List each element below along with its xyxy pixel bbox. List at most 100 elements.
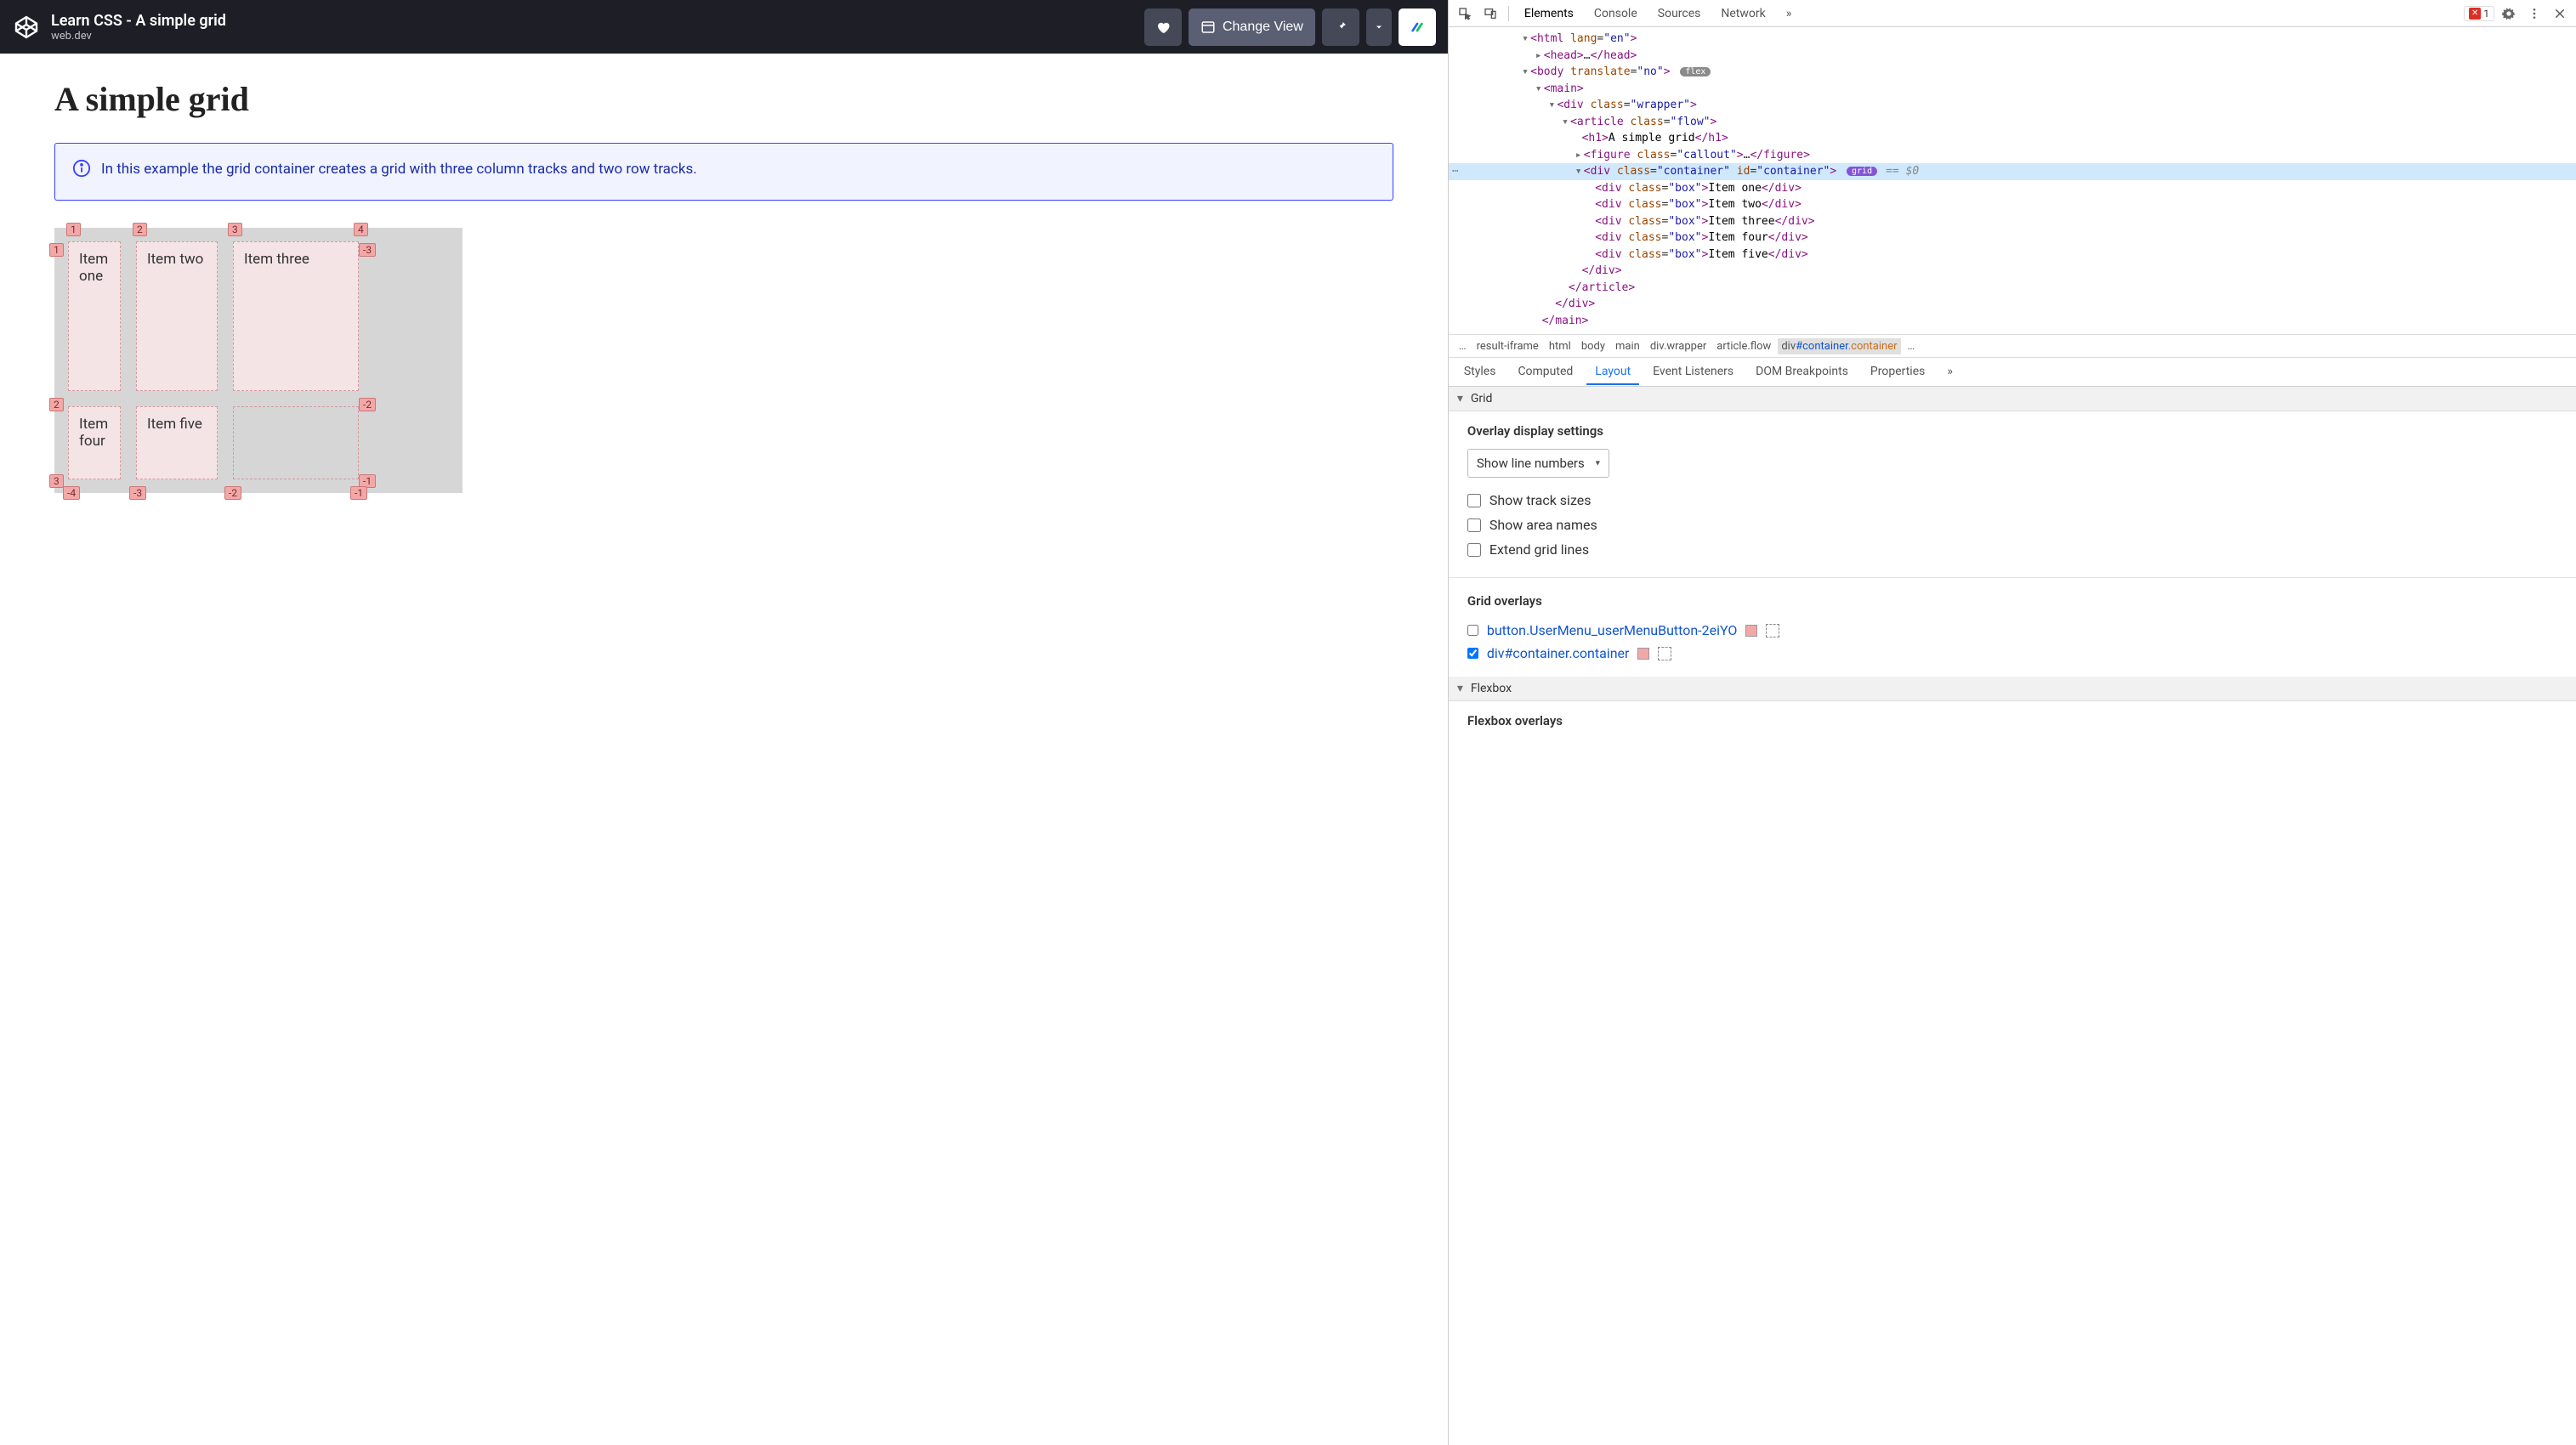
dom-text: Item four <box>1708 231 1767 244</box>
inspect-element-button[interactable] <box>1454 3 1476 25</box>
devtools: Elements Console Sources Network » ✕1 ▾<… <box>1448 0 2576 1445</box>
grid-overlay-item: button.UserMenu_userMenuButton-2eiYO <box>1467 619 2557 642</box>
grid-badge[interactable]: grid <box>1847 167 1877 176</box>
grid-line-label: -1 <box>350 486 367 500</box>
dom-text: Item one <box>1708 182 1762 195</box>
subtab-dom-breakpoints[interactable]: DOM Breakpoints <box>1747 360 1857 385</box>
subtab-computed[interactable]: Computed <box>1509 360 1581 385</box>
gear-icon <box>2502 7 2516 20</box>
crumb-ellipsis[interactable]: … <box>1455 338 1470 354</box>
tab-network[interactable]: Network <box>1712 2 1773 26</box>
callout: In this example the grid container creat… <box>54 143 1393 201</box>
crumb[interactable]: result-iframe <box>1473 338 1542 354</box>
more-dropdown-button[interactable] <box>1366 8 1392 46</box>
grid-line-label: 1 <box>49 243 64 257</box>
crumb[interactable]: article.flow <box>1713 338 1774 354</box>
close-devtools-button[interactable] <box>2549 3 2571 25</box>
crumb[interactable]: main <box>1612 338 1643 354</box>
subtab-layout[interactable]: Layout <box>1586 360 1639 385</box>
section-flexbox-label: Flexbox <box>1471 682 1512 695</box>
grid-overlay-item: div#container.container <box>1467 642 2557 665</box>
brand-icon <box>1410 16 1424 38</box>
grid-line-label: 3 <box>228 223 242 236</box>
crumb[interactable]: div.wrapper <box>1647 338 1710 354</box>
tab-console[interactable]: Console <box>1586 2 1646 26</box>
check-label: Show track sizes <box>1489 492 1592 508</box>
overlay-selector[interactable]: div#container.container <box>1487 645 1630 661</box>
dom-text: Item two <box>1708 198 1762 211</box>
subtab-event-listeners[interactable]: Event Listeners <box>1644 360 1742 385</box>
pen-result: A simple grid In this example the grid c… <box>0 54 1448 1445</box>
grid-item-empty <box>233 406 359 479</box>
grid-item: Item one <box>68 241 121 391</box>
color-swatch[interactable] <box>1637 648 1649 660</box>
overlay-settings-title: Overlay display settings <box>1467 423 2557 439</box>
flexbox-overlays-title: Flexbox overlays <box>1467 713 2557 728</box>
overlay-selector[interactable]: button.UserMenu_userMenuButton-2eiYO <box>1487 622 1738 638</box>
tabs-overflow[interactable]: » <box>1778 2 1801 26</box>
grid-line-label: -3 <box>129 486 146 500</box>
grid-item: Item four <box>68 406 121 479</box>
crumb[interactable]: body <box>1578 338 1609 354</box>
callout-text: In this example the grid container creat… <box>101 159 697 184</box>
overlay-check-container[interactable] <box>1467 648 1478 659</box>
section-grid-label: Grid <box>1471 392 1493 405</box>
dom-tree[interactable]: ▾<html lang="en"> ▸<head>…</head> ▾<body… <box>1449 27 2576 334</box>
overlay-options-icon[interactable] <box>1766 624 1779 638</box>
tab-sources[interactable]: Sources <box>1649 2 1710 26</box>
dom-breadcrumb[interactable]: … result-iframe html body main div.wrapp… <box>1449 334 2576 358</box>
like-button[interactable] <box>1144 8 1182 46</box>
pen-title: Learn CSS - A simple grid <box>51 12 1144 30</box>
overlay-options-icon[interactable] <box>1658 647 1671 660</box>
check-label: Extend grid lines <box>1489 541 1589 558</box>
layout-panel: ▾Grid Overlay display settings Show line… <box>1449 387 2576 1445</box>
settings-button[interactable] <box>2498 3 2520 25</box>
dom-text: Item five <box>1708 248 1767 261</box>
color-swatch[interactable] <box>1745 625 1757 637</box>
error-count: 1 <box>2483 8 2489 20</box>
select-value: Show line numbers <box>1477 456 1585 471</box>
section-flexbox-toggle[interactable]: ▾Flexbox <box>1449 677 2576 701</box>
grid-item: Item three <box>233 241 359 391</box>
check-label: Show area names <box>1489 517 1597 533</box>
eq-dollar-zero: == $0 <box>1886 165 1919 178</box>
grid-line-label: -2 <box>224 486 241 500</box>
subtabs-overflow[interactable]: » <box>1938 360 1961 385</box>
grid-overlays-title: Grid overlays <box>1467 593 2557 609</box>
grid-line-label: 4 <box>354 223 368 236</box>
check-area-names[interactable] <box>1467 518 1481 532</box>
error-count-badge[interactable]: ✕1 <box>2464 6 2494 21</box>
section-grid-toggle[interactable]: ▾Grid <box>1449 387 2576 411</box>
grid-line-label: 3 <box>49 474 64 488</box>
subtab-properties[interactable]: Properties <box>1862 360 1933 385</box>
grid-line-label: 1 <box>66 223 81 236</box>
change-view-button[interactable]: Change View <box>1189 8 1315 46</box>
chevron-down-icon <box>1374 22 1384 32</box>
info-icon <box>72 159 91 184</box>
dom-selected-node[interactable]: ⋯ ▾<div class="container" id="container"… <box>1449 163 2576 180</box>
check-track-sizes[interactable] <box>1467 494 1481 507</box>
codepen-logo-icon <box>12 13 41 42</box>
kebab-icon <box>2528 7 2541 20</box>
pen-author[interactable]: web.dev <box>51 30 1144 42</box>
subtab-styles[interactable]: Styles <box>1455 360 1505 385</box>
dom-text: Item three <box>1708 215 1774 228</box>
change-view-label: Change View <box>1223 20 1303 35</box>
grid-line-label: -3 <box>359 243 376 257</box>
kebab-menu-button[interactable] <box>2523 3 2545 25</box>
check-extend-lines[interactable] <box>1467 543 1481 557</box>
crumb[interactable]: html <box>1546 338 1575 354</box>
crumb-selected[interactable]: div#container.container <box>1778 338 1900 354</box>
external-logo-button[interactable] <box>1399 8 1436 46</box>
line-numbers-select[interactable]: Show line numbers <box>1467 449 1609 478</box>
crumb-ellipsis[interactable]: … <box>1904 338 1919 354</box>
device-toolbar-button[interactable] <box>1479 3 1501 25</box>
tab-elements[interactable]: Elements <box>1516 2 1582 26</box>
dom-text: A simple grid <box>1609 132 1695 144</box>
flex-badge[interactable]: flex <box>1680 67 1711 76</box>
styles-subtabs: Styles Computed Layout Event Listeners D… <box>1449 358 2576 387</box>
pin-button[interactable] <box>1322 8 1359 46</box>
overlay-check-usermenu[interactable] <box>1467 625 1478 636</box>
grid-container: 1 2 3 4 1 2 3 -3 -2 -1 -4 -3 -2 -1 Item … <box>54 228 462 493</box>
pin-icon <box>1334 20 1348 34</box>
